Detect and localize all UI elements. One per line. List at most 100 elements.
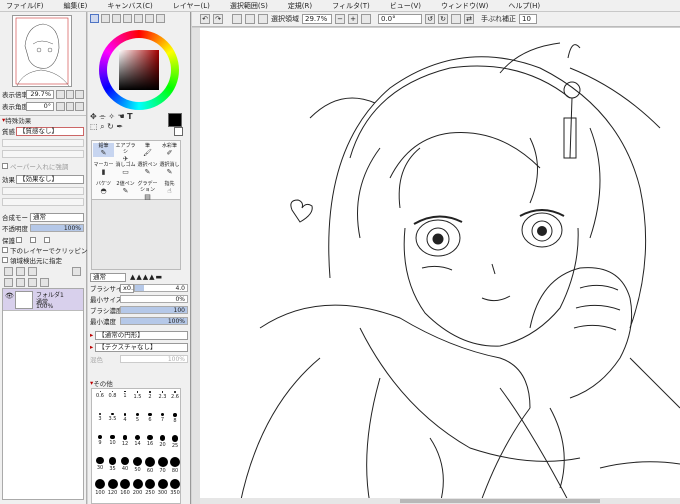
brush-size-preset[interactable]: 9	[94, 435, 106, 446]
rgb-slider-mode-button[interactable]	[101, 14, 110, 23]
tool-6[interactable]: 選択ペン ✎	[137, 162, 158, 176]
brush-size-preset[interactable]: 50	[132, 457, 144, 473]
menu-item-9[interactable]: ヘルプ(H)	[508, 1, 540, 11]
toolbar-rotate-right-button[interactable]: ↻	[438, 14, 448, 24]
tool-10[interactable]: グラデーション ▤	[137, 181, 158, 201]
lasso-icon[interactable]: ⌯	[99, 112, 105, 121]
toolbar-show-selection-button[interactable]	[258, 14, 268, 24]
brush-size-preset[interactable]: 1.5	[132, 391, 144, 400]
text-icon[interactable]: T	[127, 112, 132, 121]
brush-size-preset[interactable]: 6	[144, 413, 156, 423]
brush-size-preset[interactable]: 40	[119, 457, 131, 472]
brush-size-preset[interactable]: 120	[107, 479, 119, 496]
zoom-reset-button[interactable]	[75, 89, 85, 99]
brush-size-preset[interactable]: 7	[157, 413, 169, 423]
toolbar-rotate-left-button[interactable]: ↺	[425, 14, 435, 24]
tool-1[interactable]: エアブラシ ✈	[115, 143, 136, 163]
brush-shape-select[interactable]: 【通常の円形】	[95, 330, 188, 340]
toolbar-zoom-reset-button[interactable]	[361, 14, 371, 24]
brush-size-preset[interactable]: 30	[94, 457, 106, 471]
protect-checkbox-1[interactable]	[16, 237, 22, 243]
background-color-swatch[interactable]	[174, 127, 183, 136]
brush-size-preset[interactable]: 200	[132, 479, 144, 496]
tool-3[interactable]: 水彩筆 ✐	[159, 143, 180, 157]
palette-mode-button[interactable]	[123, 14, 132, 23]
menu-item-5[interactable]: 定規(R)	[288, 1, 312, 11]
copy-layer-button[interactable]	[16, 278, 25, 287]
menu-item-8[interactable]: ウィンドウ(W)	[441, 1, 488, 11]
tool-9[interactable]: 2値ペン ✎	[115, 181, 136, 195]
brush-size-preset[interactable]: 2.3	[157, 391, 169, 400]
toolbar-undo-button[interactable]: ↶	[200, 14, 210, 24]
brush-size-preset[interactable]: 60	[144, 457, 156, 474]
new-vector-layer-button[interactable]	[16, 267, 25, 276]
clear-layer-button[interactable]	[28, 278, 37, 287]
clip-lower-checkbox[interactable]	[2, 247, 8, 253]
tool-0[interactable]: 鉛筆 ✎	[93, 143, 114, 157]
brush-mode-select[interactable]: 通常	[90, 272, 126, 282]
menu-item-4[interactable]: 選択範囲(S)	[230, 1, 268, 11]
tool-11[interactable]: 指先 ☝	[159, 181, 180, 195]
brush-size-preset[interactable]: 2.6	[169, 391, 180, 400]
brush-density-slider[interactable]: 100	[120, 306, 188, 314]
blend-select[interactable]: 通常	[30, 212, 84, 222]
tool-5[interactable]: 消しゴム ▭	[115, 162, 136, 176]
new-folder-button[interactable]	[28, 267, 37, 276]
toolbar-deselect-button[interactable]	[232, 14, 242, 24]
zoom-value[interactable]: 29.7%	[26, 89, 54, 99]
move-icon[interactable]: ✥	[90, 112, 97, 121]
tool-7[interactable]: 選択消し ✎	[159, 162, 180, 176]
stabilizer-select[interactable]: 10	[519, 14, 537, 24]
brush-size-preset[interactable]: 80	[169, 457, 180, 474]
brush-size-preset[interactable]: 0.6	[94, 391, 106, 399]
eye-icon[interactable]: 👁	[5, 292, 14, 300]
brush-size-preset[interactable]: 250	[144, 479, 156, 496]
brush-size-preset[interactable]: 25	[169, 435, 180, 449]
foreground-color-swatch[interactable]	[168, 113, 182, 127]
size-multiplier[interactable]: x0.1	[120, 283, 137, 293]
tool-4[interactable]: マーカー ▮	[93, 162, 114, 176]
brush-size-preset[interactable]: 300	[157, 479, 169, 496]
menu-item-2[interactable]: キャンバス(C)	[107, 1, 152, 11]
color-wheel-mode-button[interactable]	[90, 14, 99, 23]
horizontal-scrollbar-thumb[interactable]	[400, 499, 600, 503]
brush-texture-select[interactable]: 【テクスチャなし】	[95, 342, 188, 352]
hsv-slider-mode-button[interactable]	[112, 14, 121, 23]
brush-size-preset[interactable]: 160	[119, 479, 131, 496]
mix-color-button[interactable]	[156, 14, 165, 23]
brush-size-preset[interactable]: 3	[94, 413, 106, 422]
delete-layer-button[interactable]	[40, 278, 49, 287]
zoom-icon[interactable]: ⌕	[100, 122, 104, 131]
opacity-slider[interactable]: 100%	[30, 224, 84, 232]
tool-2[interactable]: 筆 🖌	[137, 143, 158, 157]
brush-size-preset[interactable]: 100	[94, 479, 106, 496]
texture-select[interactable]: 【質感なし】	[16, 126, 84, 136]
brush-size-preset[interactable]: 20	[157, 435, 169, 448]
toolbar-invert-button[interactable]	[245, 14, 255, 24]
layer-item-folder1[interactable]: 👁 フォルダ1 通常 100%	[3, 289, 83, 311]
brush-size-preset[interactable]: 0.8	[107, 391, 119, 399]
select-rect-icon[interactable]: ⬚	[90, 122, 98, 131]
brush-size-preset[interactable]: 4	[119, 413, 131, 423]
effect-select[interactable]: 【効果なし】	[16, 174, 84, 184]
toolbar-angle-input[interactable]: 0.0°	[378, 14, 422, 24]
rotate-left-button[interactable]	[56, 101, 65, 111]
hand-icon[interactable]: ☚	[117, 112, 124, 121]
rotate-right-button[interactable]	[65, 101, 75, 111]
protect-checkbox-3[interactable]	[44, 237, 50, 243]
effect-strength-slider[interactable]	[2, 198, 84, 206]
brush-size-preset[interactable]: 70	[157, 457, 169, 474]
toolbar-redo-button[interactable]: ↷	[213, 14, 223, 24]
saturation-value-square[interactable]	[119, 50, 159, 90]
layer-menu-button[interactable]	[72, 267, 81, 276]
texture-scale-slider[interactable]	[2, 139, 84, 147]
toolbar-zoom-in-button[interactable]: +	[348, 14, 358, 24]
min-size-slider[interactable]: 0%	[120, 295, 188, 303]
menu-item-6[interactable]: フィルタ(T)	[332, 1, 370, 11]
brush-size-preset[interactable]: 350	[169, 479, 180, 496]
horizontal-scrollbar[interactable]	[200, 498, 680, 504]
menu-item-1[interactable]: 編集(E)	[64, 1, 88, 11]
brush-size-preset[interactable]: 14	[132, 435, 144, 447]
zoom-out-button[interactable]	[56, 89, 65, 99]
protect-checkbox-2[interactable]	[30, 237, 36, 243]
